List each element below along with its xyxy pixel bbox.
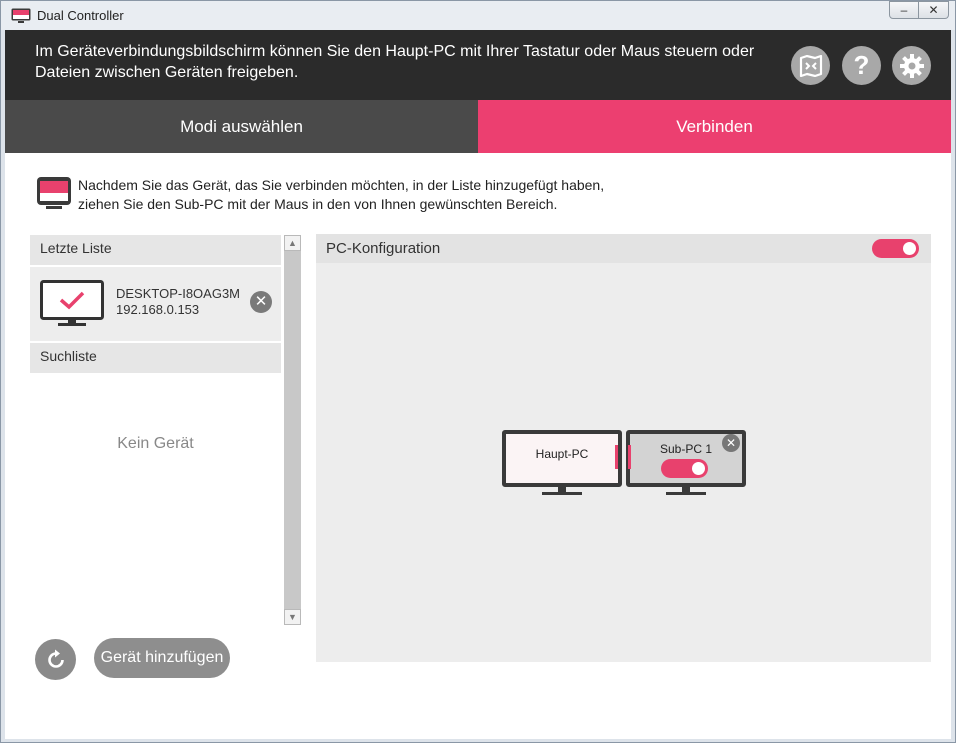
client-area: Im Geräteverbindungsbildschirm können Si… (5, 30, 951, 739)
instruction-line-1: Nachdem Sie das Gerät, das Sie verbinden… (78, 177, 605, 193)
app-logo-icon (11, 8, 31, 23)
settings-icon[interactable] (892, 46, 931, 85)
search-list-heading: Suchliste (30, 343, 281, 373)
device-ip: 192.168.0.153 (116, 302, 200, 317)
device-name: DESKTOP-I8OAG3M (116, 286, 241, 301)
instruction-text: Nachdem Sie das Gerät, das Sie verbinden… (78, 176, 604, 214)
close-window-button[interactable]: ✕ (919, 1, 949, 19)
header-description: Im Geräteverbindungsbildschirm können Si… (35, 43, 755, 81)
pc-config-panel: PC-Konfiguration Haupt-PC Sub-PC 1 ✕ (316, 234, 931, 662)
refresh-icon (47, 649, 64, 668)
sub-pc-monitor[interactable]: Sub-PC 1 ✕ (626, 430, 746, 500)
remove-device-icon[interactable]: ✕ (250, 291, 272, 313)
add-device-button[interactable]: Gerät hinzufügen (94, 638, 230, 678)
minimize-button[interactable]: – (889, 1, 919, 19)
list-scrollbar[interactable]: ▲ ▼ (284, 235, 301, 625)
title-bar[interactable]: Dual Controller – ✕ (1, 1, 955, 30)
app-window: Dual Controller – ✕ Im Geräteverbindungs… (0, 0, 956, 743)
window-title: Dual Controller (37, 8, 124, 23)
scroll-down-icon[interactable]: ▼ (284, 609, 301, 625)
device-list-panel: Letzte Liste DESKTOP-I8OAG3M 192.168.0.1… (30, 235, 281, 625)
tab-bar: Modi auswählen Verbinden (5, 100, 951, 153)
remove-sub-pc-icon[interactable]: ✕ (722, 434, 740, 452)
main-pc-monitor[interactable]: Haupt-PC (502, 430, 622, 500)
tab-modes[interactable]: Modi auswählen (5, 100, 478, 153)
instruction-line-2: ziehen Sie den Sub-PC mit der Maus in de… (78, 196, 558, 212)
no-device-text: Kein Gerät (117, 435, 194, 452)
tab-connect[interactable]: Verbinden (478, 100, 951, 153)
sub-pc-toggle[interactable] (661, 459, 708, 478)
pc-config-heading: PC-Konfiguration (316, 234, 931, 263)
guide-icon[interactable] (791, 46, 830, 85)
help-icon[interactable]: ? (842, 46, 881, 85)
pc-config-toggle[interactable] (872, 239, 919, 258)
monitor-check-icon (40, 280, 104, 326)
list-item[interactable]: DESKTOP-I8OAG3M 192.168.0.153 ✕ (30, 267, 281, 341)
monitor-info-icon (37, 177, 71, 209)
scroll-up-icon[interactable]: ▲ (284, 235, 301, 251)
recent-list-heading: Letzte Liste (30, 235, 281, 265)
refresh-button[interactable] (35, 639, 76, 680)
header-bar: Im Geräteverbindungsbildschirm können Si… (5, 30, 951, 100)
main-pc-label: Haupt-PC (535, 447, 589, 461)
